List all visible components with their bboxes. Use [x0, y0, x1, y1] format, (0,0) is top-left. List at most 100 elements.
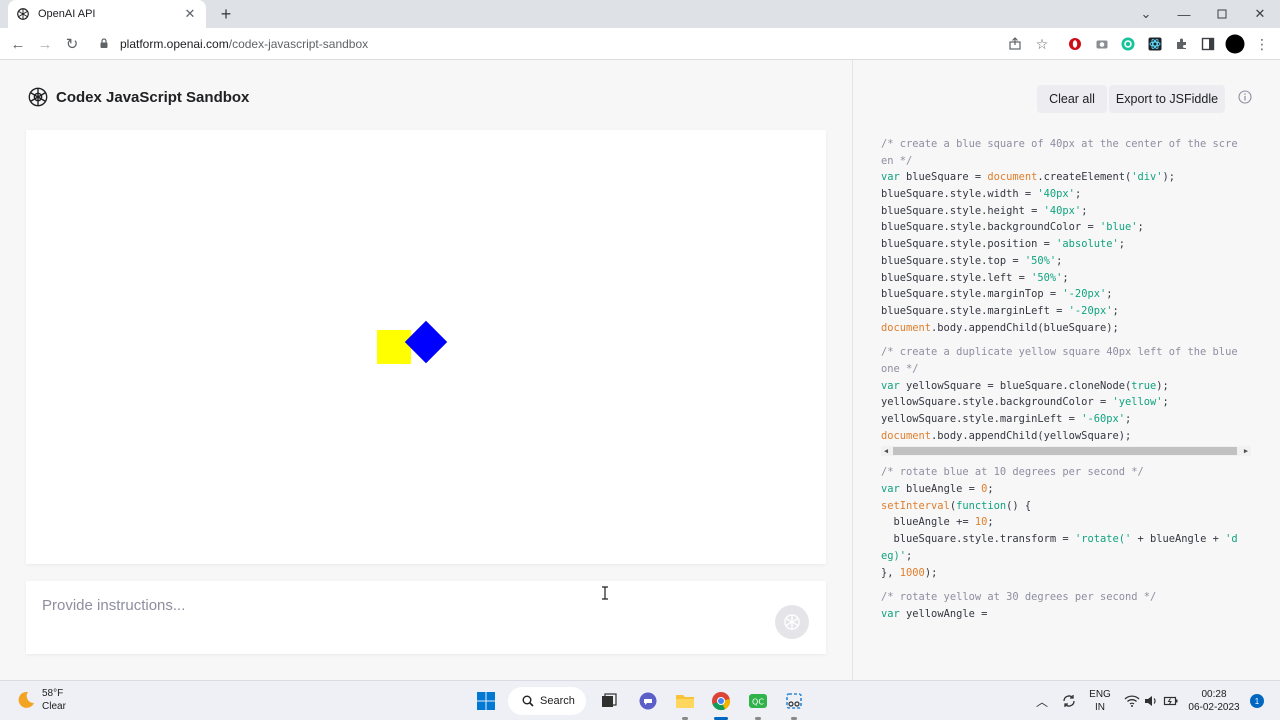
- show-hidden-icons-icon[interactable]: ︿: [1030, 689, 1054, 713]
- code-line: /* rotate blue at 10 degrees per second …: [881, 466, 1144, 479]
- scrollbar-thumb[interactable]: [893, 447, 1237, 456]
- browser-tab[interactable]: OpenAI API ✕: [8, 0, 206, 28]
- clock[interactable]: 00:28 06-02-2023: [1186, 688, 1242, 714]
- snipping-tool-icon[interactable]: [782, 689, 806, 713]
- code-line: document.body.appendChild(blueSquare);: [881, 321, 1119, 334]
- code-panel: Clear all Export to JSFiddle /* create a…: [852, 60, 1280, 680]
- scroll-left-icon[interactable]: ◀: [881, 446, 891, 456]
- tab-title: OpenAI API: [38, 8, 96, 20]
- sync-icon[interactable]: [1057, 689, 1081, 713]
- code-line: blueSquare.style.width = '40px';: [881, 188, 1082, 201]
- url-text: platform.openai.com/codex-javascript-san…: [120, 37, 368, 51]
- clock-time: 00:28: [1201, 689, 1227, 700]
- scroll-right-icon[interactable]: ▶: [1241, 446, 1251, 456]
- blue-square: [404, 320, 448, 364]
- forward-icon[interactable]: →: [35, 34, 55, 54]
- code-line: blueSquare.style.transform = 'rotate(' +…: [881, 533, 1238, 546]
- export-jsfiddle-button[interactable]: Export to JSFiddle: [1109, 85, 1225, 113]
- back-icon[interactable]: ←: [8, 34, 28, 54]
- openai-logo-icon: [27, 86, 49, 108]
- minimize-icon[interactable]: —: [1165, 0, 1203, 28]
- weather-desc: Clear: [42, 701, 66, 712]
- instructions-box: [26, 581, 826, 654]
- code-line: en */: [881, 154, 913, 167]
- info-icon[interactable]: [1238, 90, 1254, 106]
- url-domain: platform.openai.com: [120, 37, 229, 51]
- search-label: Search: [540, 695, 575, 707]
- code-line: blueSquare.style.top = '50%';: [881, 254, 1063, 267]
- app-icon-green[interactable]: QC: [746, 689, 770, 713]
- close-window-icon[interactable]: ✕: [1241, 0, 1279, 28]
- sandbox-preview[interactable]: [26, 130, 826, 564]
- weather-temp: 58°F: [42, 688, 64, 699]
- notification-badge[interactable]: 1: [1250, 694, 1264, 708]
- code-line: blueSquare.style.marginLeft = '-20px';: [881, 304, 1119, 317]
- file-explorer-icon[interactable]: [673, 689, 697, 713]
- code-line: var yellowSquare = blueSquare.cloneNode(…: [881, 379, 1169, 392]
- task-view-icon[interactable]: [597, 689, 621, 713]
- code-editor[interactable]: /* create a blue square of 40px at the c…: [881, 136, 1261, 623]
- address-bar[interactable]: platform.openai.com/codex-javascript-san…: [90, 32, 1060, 56]
- grammarly-extension-icon[interactable]: [1118, 34, 1138, 54]
- extensions-puzzle-icon[interactable]: [1172, 34, 1192, 54]
- code-line: blueAngle += 10;: [881, 516, 994, 529]
- code-line: blueSquare.style.marginTop = '-20px';: [881, 288, 1113, 301]
- openai-logo-icon: [16, 7, 30, 21]
- instructions-input[interactable]: [42, 594, 742, 616]
- new-tab-icon[interactable]: +: [216, 4, 236, 24]
- profile-avatar[interactable]: [1225, 34, 1245, 54]
- code-line: }, 1000);: [881, 566, 938, 579]
- taskbar-search[interactable]: Search: [508, 687, 586, 715]
- code-line: blueSquare.style.position = 'absolute';: [881, 238, 1125, 251]
- opera-extension-icon[interactable]: [1065, 34, 1085, 54]
- code-line: setInterval(function() {: [881, 499, 1032, 512]
- code-line: one */: [881, 362, 919, 375]
- lang-top: ENG: [1089, 689, 1111, 700]
- code-block: /* create a duplicate yellow square 40px…: [881, 344, 1261, 457]
- code-block: /* rotate yellow at 30 degrees per secon…: [881, 589, 1261, 622]
- windows-start-icon[interactable]: [474, 689, 498, 713]
- submit-button[interactable]: [775, 605, 809, 639]
- battery-icon[interactable]: [1159, 689, 1183, 713]
- code-line: document.body.appendChild(yellowSquare);: [881, 429, 1132, 442]
- code-block: /* create a blue square of 40px at the c…: [881, 136, 1261, 336]
- taskbar: 58°F Clear Search QC ︿ ENG IN 00:28 06-0…: [0, 680, 1280, 720]
- code-line: var yellowAngle =: [881, 607, 988, 620]
- weather-widget[interactable]: 58°F Clear: [14, 687, 66, 713]
- chrome-icon[interactable]: [709, 689, 733, 713]
- camera-extension-icon[interactable]: [1092, 34, 1112, 54]
- code-line: var blueAngle = 0;: [881, 483, 994, 496]
- browser-menu-icon[interactable]: ⋮: [1252, 34, 1272, 54]
- code-line: eg)';: [881, 549, 913, 562]
- svg-text:QC: QC: [752, 698, 764, 707]
- code-line: var blueSquare = document.createElement(…: [881, 171, 1176, 184]
- lock-icon: [98, 37, 112, 51]
- code-line: /* create a duplicate yellow square 40px…: [881, 346, 1238, 359]
- text-cursor-icon: [600, 586, 610, 600]
- code-line: blueSquare.style.left = '50%';: [881, 271, 1069, 284]
- search-icon: [522, 695, 534, 707]
- app-header: Codex JavaScript Sandbox: [27, 86, 249, 108]
- moon-icon: [14, 689, 36, 711]
- browser-toolbar: ← → ↻ platform.openai.com/codex-javascri…: [0, 28, 1280, 60]
- reload-icon[interactable]: ↻: [62, 34, 82, 54]
- clear-all-button[interactable]: Clear all: [1037, 85, 1107, 113]
- openai-logo-icon: [784, 614, 800, 630]
- language-indicator[interactable]: ENG IN: [1086, 688, 1114, 714]
- horizontal-scrollbar[interactable]: ◀ ▶: [881, 446, 1251, 457]
- code-block: /* rotate blue at 10 degrees per second …: [881, 464, 1261, 581]
- maximize-icon[interactable]: [1203, 0, 1241, 28]
- side-panel-icon[interactable]: [1198, 34, 1218, 54]
- code-line: /* rotate yellow at 30 degrees per secon…: [881, 591, 1157, 604]
- react-extension-icon[interactable]: [1145, 34, 1165, 54]
- bookmark-star-icon[interactable]: ☆: [1032, 34, 1052, 54]
- clock-date: 06-02-2023: [1188, 702, 1240, 713]
- code-line: /* create a blue square of 40px at the c…: [881, 138, 1238, 150]
- code-line: blueSquare.style.backgroundColor = 'blue…: [881, 221, 1144, 234]
- share-icon[interactable]: [1005, 34, 1025, 54]
- tab-search-chevron-icon[interactable]: ⌄: [1127, 0, 1165, 28]
- teams-chat-icon[interactable]: [636, 689, 660, 713]
- code-line: yellowSquare.style.marginLeft = '-60px';: [881, 413, 1132, 425]
- tab-close-icon[interactable]: ✕: [182, 6, 198, 22]
- code-line: yellowSquare.style.backgroundColor = 'ye…: [881, 396, 1169, 409]
